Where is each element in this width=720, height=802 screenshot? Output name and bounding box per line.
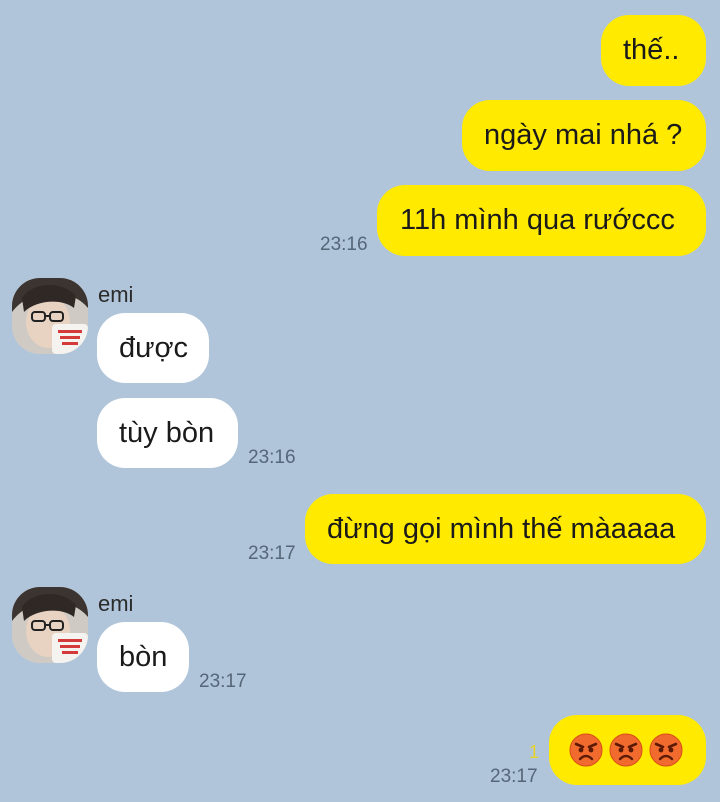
incoming-message[interactable]: tùy bòn (97, 398, 238, 468)
outgoing-message[interactable]: ngày mai nhá ? (462, 100, 706, 171)
message-text: đừng gọi mình thế màaaaa (327, 512, 676, 545)
message-text: tùy bòn (119, 416, 215, 449)
message-time: 23:16 (248, 447, 296, 468)
unread-count: 1 (529, 742, 540, 762)
sender-name: emi (98, 282, 134, 307)
message-text: thế.. (623, 34, 680, 66)
incoming-message[interactable]: được (97, 313, 209, 383)
angry-face-icon (649, 733, 683, 767)
outgoing-message[interactable]: thế.. (601, 15, 706, 86)
message-text: bòn (119, 640, 168, 673)
angry-face-icon (569, 733, 603, 767)
outgoing-message[interactable] (549, 715, 706, 785)
message-text: được (119, 331, 189, 364)
incoming-message[interactable]: bòn (97, 622, 189, 692)
message-text: ngày mai nhá ? (484, 119, 683, 151)
chat-view: thế.. ngày mai nhá ? 23:16 11h mình qua … (0, 0, 720, 802)
outgoing-message[interactable]: 11h mình qua rướccc (377, 185, 706, 256)
message-time: 23:16 (320, 234, 368, 255)
avatar[interactable] (12, 587, 88, 663)
user-avatar-photo-icon (12, 587, 88, 663)
outgoing-message[interactable]: đừng gọi mình thế màaaaa (305, 494, 706, 564)
angry-face-icon (609, 733, 643, 767)
message-time: 23:17 (248, 543, 296, 564)
avatar[interactable] (12, 278, 88, 354)
message-text: 11h mình qua rướccc (400, 204, 675, 236)
message-time: 23:17 (199, 671, 247, 692)
user-avatar-photo-icon (12, 278, 88, 354)
sender-name: emi (98, 591, 134, 616)
message-time: 23:17 (490, 766, 538, 787)
